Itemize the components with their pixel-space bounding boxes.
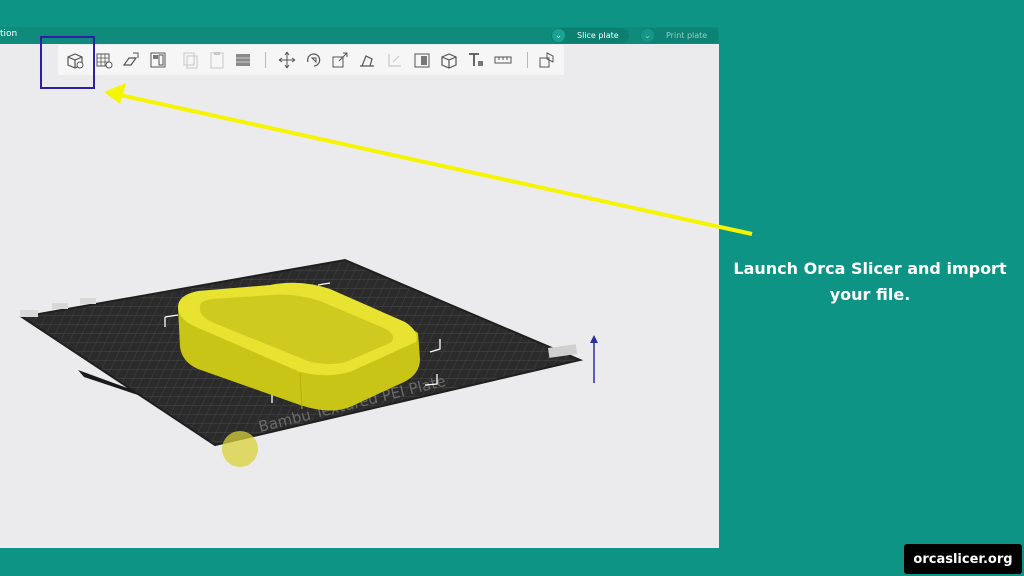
instruction-caption: Launch Orca Slicer and import your file. [733, 259, 1007, 304]
site-badge: orcaslicer.org [904, 544, 1022, 574]
add-object-highlight-box [40, 36, 95, 89]
